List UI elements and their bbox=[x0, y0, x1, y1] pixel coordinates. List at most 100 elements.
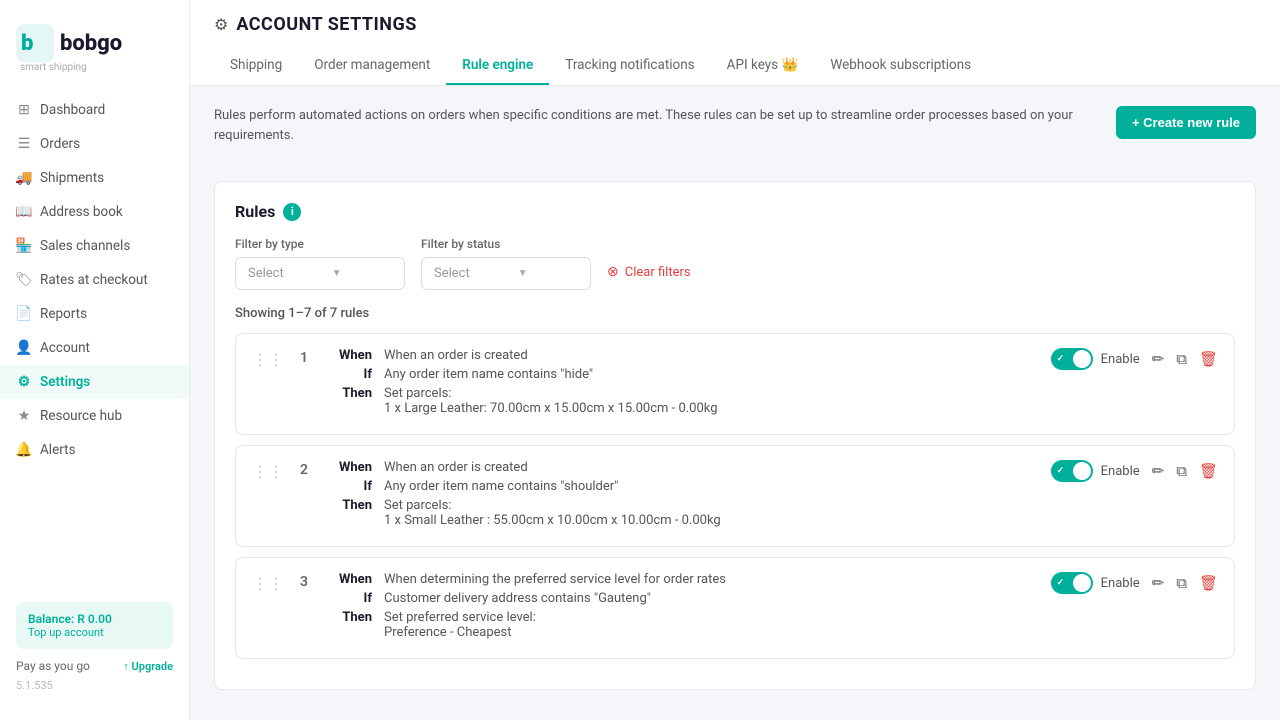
sidebar-item-reports[interactable]: 📄 Reports bbox=[0, 297, 189, 331]
showing-text: Showing 1–7 of 7 rules bbox=[235, 306, 1235, 321]
sidebar-label-rates: Rates at checkout bbox=[40, 272, 148, 288]
tab-bar: Shipping Order management Rule engine Tr… bbox=[214, 47, 1256, 85]
create-new-rule-button[interactable]: + Create new rule bbox=[1116, 106, 1256, 139]
edit-icon-3[interactable]: ✏ bbox=[1152, 574, 1165, 592]
sidebar-item-shipments[interactable]: 🚚 Shipments bbox=[0, 161, 189, 195]
upgrade-button[interactable]: ↑ Upgrade bbox=[123, 660, 173, 673]
settings-icon: ⚙ bbox=[16, 374, 32, 390]
rule-number-2: 2 bbox=[300, 462, 316, 478]
drag-handle-1[interactable]: ⋮⋮ bbox=[252, 350, 284, 369]
copy-icon-1[interactable]: ⧉ bbox=[1176, 350, 1187, 368]
when-keyword-1: When bbox=[332, 348, 372, 363]
when-text-2: When an order is created bbox=[384, 460, 528, 475]
sidebar-label-reports: Reports bbox=[40, 306, 87, 322]
rule-then-1: Then Set parcels: 1 x Large Leather: 70.… bbox=[332, 386, 1035, 416]
delete-icon-2[interactable]: 🗑 bbox=[1199, 462, 1218, 480]
sidebar-item-settings[interactable]: ⚙ Settings bbox=[0, 365, 189, 399]
enable-toggle-1[interactable]: ✓ bbox=[1051, 348, 1093, 370]
sidebar-label-settings: Settings bbox=[40, 374, 90, 390]
delete-icon-3[interactable]: 🗑 bbox=[1199, 574, 1218, 592]
orders-icon: ☰ bbox=[16, 136, 32, 152]
rule-content-2: When When an order is created If Any ord… bbox=[332, 460, 1035, 532]
rule-if-3: If Customer delivery address contains "G… bbox=[332, 591, 1035, 606]
plan-label: Pay as you go bbox=[16, 659, 90, 673]
plan-row: Pay as you go ↑ Upgrade bbox=[16, 659, 173, 673]
sidebar-item-orders[interactable]: ☰ Orders bbox=[0, 127, 189, 161]
filter-type-select[interactable]: Select ▼ bbox=[235, 257, 405, 290]
filter-status-select[interactable]: Select ▼ bbox=[421, 257, 591, 290]
sidebar-item-rates-at-checkout[interactable]: 🏷 Rates at checkout bbox=[0, 263, 189, 297]
when-text-3: When determining the preferred service l… bbox=[384, 572, 726, 587]
filter-status-label: Filter by status bbox=[421, 237, 591, 251]
resource-hub-icon: ★ bbox=[16, 408, 32, 424]
balance-amount: Balance: R 0.00 bbox=[28, 612, 161, 626]
copy-icon-3[interactable]: ⧉ bbox=[1176, 574, 1187, 592]
page-title-row: ⚙ ACCOUNT SETTINGS bbox=[214, 14, 1256, 35]
edit-icon-1[interactable]: ✏ bbox=[1152, 350, 1165, 368]
drag-handle-3[interactable]: ⋮⋮ bbox=[252, 574, 284, 593]
tab-webhook-subscriptions[interactable]: Webhook subscriptions bbox=[814, 47, 987, 85]
then-text-1: Set parcels: 1 x Large Leather: 70.00cm … bbox=[384, 386, 718, 416]
clear-filters-label: Clear filters bbox=[625, 265, 691, 280]
rule-content-1: When When an order is created If Any ord… bbox=[332, 348, 1035, 420]
toggle-knob-3 bbox=[1073, 574, 1091, 592]
copy-icon-2[interactable]: ⧉ bbox=[1176, 462, 1187, 480]
rules-info-badge[interactable]: i bbox=[283, 203, 301, 221]
when-keyword-2: When bbox=[332, 460, 372, 475]
edit-icon-2[interactable]: ✏ bbox=[1152, 462, 1165, 480]
brand-name: bobgo bbox=[60, 31, 122, 56]
balance-box: Balance: R 0.00 Top up account bbox=[16, 602, 173, 649]
tab-shipping[interactable]: Shipping bbox=[214, 47, 298, 85]
rule-row-3: ⋮⋮ 3 When When determining the preferred… bbox=[235, 557, 1235, 659]
tab-api-keys[interactable]: API keys 👑 bbox=[711, 47, 815, 85]
filter-status-value: Select bbox=[434, 266, 470, 281]
enable-label-3: Enable bbox=[1101, 576, 1140, 591]
sidebar-label-dashboard: Dashboard bbox=[40, 102, 105, 118]
rules-title: Rules bbox=[235, 202, 275, 221]
clear-filters-button[interactable]: ⊗ Clear filters bbox=[607, 264, 691, 290]
page-header: ⚙ ACCOUNT SETTINGS Shipping Order manage… bbox=[190, 0, 1280, 86]
logo-area: b bobgo smart shipping bbox=[0, 16, 189, 93]
rule-when-1: When When an order is created bbox=[332, 348, 1035, 363]
sidebar-label-alerts: Alerts bbox=[40, 442, 76, 458]
toggle-wrap-1: ✓ Enable bbox=[1051, 348, 1140, 370]
version-text: 5.1.535 bbox=[16, 679, 173, 692]
sidebar-nav: ⊞ Dashboard ☰ Orders 🚚 Shipments 📖 Addre… bbox=[0, 93, 189, 467]
rule-actions-3: ✓ Enable ✏ ⧉ 🗑 bbox=[1051, 572, 1218, 594]
then-keyword-1: Then bbox=[332, 386, 372, 416]
rule-when-2: When When an order is created bbox=[332, 460, 1035, 475]
then-keyword-3: Then bbox=[332, 610, 372, 640]
sidebar-label-account: Account bbox=[40, 340, 90, 356]
rule-row-1: ⋮⋮ 1 When When an order is created If An… bbox=[235, 333, 1235, 435]
brand-sub: smart shipping bbox=[20, 62, 87, 73]
alerts-icon: 🔔 bbox=[16, 442, 32, 458]
sidebar-item-address-book[interactable]: 📖 Address book bbox=[0, 195, 189, 229]
sidebar-label-shipments: Shipments bbox=[40, 170, 104, 186]
rule-when-3: When When determining the preferred serv… bbox=[332, 572, 1035, 587]
when-text-1: When an order is created bbox=[384, 348, 528, 363]
sidebar-item-account[interactable]: 👤 Account bbox=[0, 331, 189, 365]
when-keyword-3: When bbox=[332, 572, 372, 587]
delete-icon-1[interactable]: 🗑 bbox=[1199, 350, 1218, 368]
sidebar-item-sales-channels[interactable]: 🏪 Sales channels bbox=[0, 229, 189, 263]
filter-type-chevron-icon: ▼ bbox=[332, 268, 342, 279]
tab-order-management[interactable]: Order management bbox=[298, 47, 446, 85]
tab-rule-engine[interactable]: Rule engine bbox=[446, 47, 549, 85]
sidebar-item-resource-hub[interactable]: ★ Resource hub bbox=[0, 399, 189, 433]
enable-toggle-3[interactable]: ✓ bbox=[1051, 572, 1093, 594]
sidebar-item-dashboard[interactable]: ⊞ Dashboard bbox=[0, 93, 189, 127]
then-text-2: Set parcels: 1 x Small Leather : 55.00cm… bbox=[384, 498, 721, 528]
if-keyword-1: If bbox=[332, 367, 372, 382]
then-text-3: Set preferred service level: Preference … bbox=[384, 610, 536, 640]
top-up-link[interactable]: Top up account bbox=[28, 626, 161, 639]
rule-if-2: If Any order item name contains "shoulde… bbox=[332, 479, 1035, 494]
clear-filters-icon: ⊗ bbox=[607, 264, 619, 280]
if-text-3: Customer delivery address contains "Gaut… bbox=[384, 591, 651, 606]
drag-handle-2[interactable]: ⋮⋮ bbox=[252, 462, 284, 481]
rules-title-row: Rules i bbox=[235, 202, 1235, 221]
enable-toggle-2[interactable]: ✓ bbox=[1051, 460, 1093, 482]
tab-tracking-notifications[interactable]: Tracking notifications bbox=[549, 47, 710, 85]
page-description: Rules perform automated actions on order… bbox=[214, 106, 1114, 145]
toggle-check-1: ✓ bbox=[1057, 354, 1065, 364]
sidebar-item-alerts[interactable]: 🔔 Alerts bbox=[0, 433, 189, 467]
